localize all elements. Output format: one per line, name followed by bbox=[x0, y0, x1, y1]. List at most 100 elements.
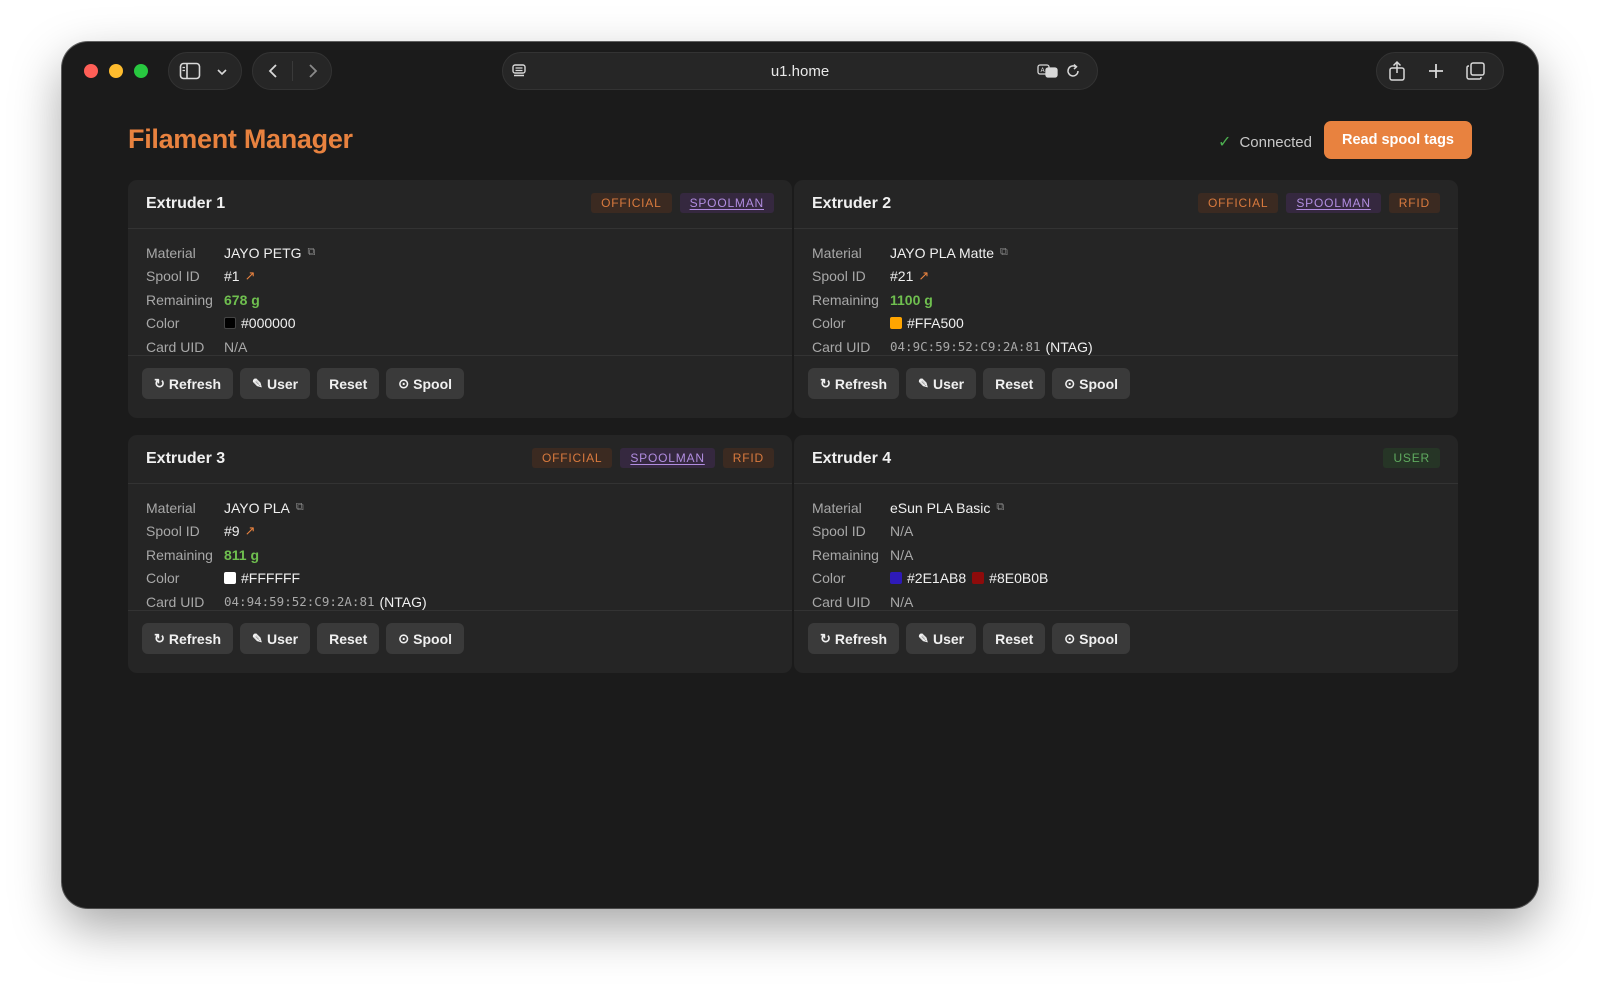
material-value: JAYO PLA Matte ⧉ bbox=[890, 245, 1008, 261]
tab-overview-icon[interactable] bbox=[1465, 61, 1487, 81]
extruder-title: Extruder 3 bbox=[146, 450, 226, 467]
reset-button[interactable]: Reset bbox=[983, 368, 1046, 399]
external-link-icon[interactable]: ↗ bbox=[918, 268, 929, 284]
card-uid-row: Card UID 04:9C:59:52:C9:2A:81 (NTAG) bbox=[812, 335, 1440, 359]
card-uid-row: Card UID 04:94:59:52:C9:2A:81 (NTAG) bbox=[146, 590, 774, 614]
card-header: Extruder 4 USER bbox=[794, 435, 1458, 484]
card-uid-value: 04:9C:59:52:C9:2A:81 (NTAG) bbox=[890, 339, 1093, 355]
remaining-row: Remaining 678 g bbox=[146, 288, 774, 312]
material-row: Material JAYO PLA Matte ⧉ bbox=[812, 241, 1440, 265]
read-spool-tags-button[interactable]: Read spool tags bbox=[1324, 121, 1472, 159]
reset-button[interactable]: Reset bbox=[317, 368, 380, 399]
material-value: eSun PLA Basic ⧉ bbox=[890, 500, 1004, 516]
user-label: User bbox=[932, 630, 965, 647]
color-row: Color #FFFFFF bbox=[146, 567, 774, 591]
spool-button[interactable]: ⊙ Spool bbox=[1052, 623, 1131, 654]
remaining-text: 678 g bbox=[224, 291, 260, 308]
extruder-title: Extruder 1 bbox=[146, 195, 226, 212]
color-label: Color bbox=[812, 570, 846, 587]
card-uid-row: Card UID N/A bbox=[146, 335, 774, 359]
spool-id-text[interactable]: #9 bbox=[224, 523, 240, 539]
close-window-button[interactable] bbox=[84, 64, 98, 78]
copy-icon[interactable]: ⧉ bbox=[996, 501, 1004, 514]
minimize-window-button[interactable] bbox=[109, 64, 123, 78]
color-label: Color bbox=[146, 570, 180, 587]
sidebar-icon[interactable] bbox=[179, 61, 201, 81]
spool-id-value: #21 ↗ bbox=[890, 268, 929, 284]
material-row: Material JAYO PETG ⧉ bbox=[146, 241, 774, 265]
zoom-window-button[interactable] bbox=[134, 64, 148, 78]
color-hex: #8E0B0B bbox=[989, 570, 1049, 587]
new-tab-icon[interactable] bbox=[1427, 62, 1445, 80]
card-actions: ↻ Refresh ✎ User Reset ⊙ Spool bbox=[128, 356, 792, 411]
copy-icon[interactable]: ⧉ bbox=[308, 246, 316, 259]
spool-button[interactable]: ⊙ Spool bbox=[386, 368, 465, 399]
user-label: User bbox=[266, 375, 299, 392]
refresh-button[interactable]: ↻ Refresh bbox=[142, 368, 234, 399]
spool-button[interactable]: ⊙ Spool bbox=[1052, 368, 1131, 399]
refresh-button[interactable]: ↻ Refresh bbox=[808, 368, 900, 399]
tag-list: USER bbox=[1383, 448, 1440, 468]
copy-icon[interactable]: ⧉ bbox=[1000, 246, 1008, 259]
card-type: (NTAG) bbox=[379, 593, 427, 610]
remaining-value: N/A bbox=[890, 547, 913, 563]
tag-list: OFFICIAL SPOOLMAN bbox=[591, 193, 774, 213]
remaining-label: Remaining bbox=[812, 291, 879, 308]
back-icon[interactable] bbox=[265, 62, 283, 80]
spool-icon: ⊙ bbox=[398, 375, 410, 391]
url-text[interactable]: u1.home bbox=[503, 63, 1097, 80]
external-link-icon[interactable]: ↗ bbox=[245, 523, 256, 539]
refresh-button[interactable]: ↻ Refresh bbox=[808, 623, 900, 654]
card-uid-label: Card UID bbox=[812, 593, 871, 610]
remaining-label: Remaining bbox=[146, 291, 213, 308]
material-row: Material JAYO PLA ⧉ bbox=[146, 496, 774, 520]
spool-id-label: Spool ID bbox=[146, 268, 200, 285]
spool-id-value: #1 ↗ bbox=[224, 268, 255, 284]
connection-status: ✓ Connected bbox=[1218, 132, 1312, 152]
color-swatch bbox=[972, 572, 985, 585]
user-button[interactable]: ✎ User bbox=[240, 623, 311, 654]
chevron-down-icon[interactable] bbox=[215, 65, 229, 79]
tag-spoolman[interactable]: SPOOLMAN bbox=[1286, 193, 1381, 213]
detail-rows: Material eSun PLA Basic ⧉ Spool ID N/A Remain… bbox=[794, 484, 1458, 611]
color-hex: #000000 bbox=[241, 315, 296, 332]
color-label: Color bbox=[146, 315, 180, 332]
reset-button[interactable]: Reset bbox=[317, 623, 380, 654]
user-button[interactable]: ✎ User bbox=[240, 368, 311, 399]
address-bar[interactable]: u1.home A bbox=[502, 52, 1098, 90]
tag-spoolman[interactable]: SPOOLMAN bbox=[620, 448, 715, 468]
card-uid-text: 04:9C:59:52:C9:2A:81 bbox=[890, 339, 1041, 355]
spool-label: Spool bbox=[1079, 375, 1119, 392]
card-uid-value: N/A bbox=[224, 339, 247, 355]
copy-icon[interactable]: ⧉ bbox=[296, 501, 304, 514]
spool-id-value: N/A bbox=[890, 523, 913, 539]
user-label: User bbox=[266, 630, 299, 647]
spool-button[interactable]: ⊙ Spool bbox=[386, 623, 465, 654]
material-label: Material bbox=[812, 244, 862, 261]
remaining-value: 678 g bbox=[224, 292, 260, 308]
color-row: Color #2E1AB8 #8E0B0B bbox=[812, 567, 1440, 591]
external-link-icon[interactable]: ↗ bbox=[245, 268, 256, 284]
spool-id-row: Spool ID N/A bbox=[812, 520, 1440, 544]
user-button[interactable]: ✎ User bbox=[906, 368, 977, 399]
detail-rows: Material JAYO PLA ⧉ Spool ID #9 ↗ Remaining 811… bbox=[128, 484, 792, 611]
tag-spoolman[interactable]: SPOOLMAN bbox=[679, 193, 774, 213]
material-text: JAYO PLA Matte bbox=[890, 244, 995, 261]
reload-icon[interactable] bbox=[1065, 63, 1081, 79]
reset-button[interactable]: Reset bbox=[983, 623, 1046, 654]
spool-id-text[interactable]: #21 bbox=[890, 268, 913, 284]
card-actions: ↻ Refresh ✎ User Reset ⊙ Spool bbox=[128, 611, 792, 666]
extruder-card: Extruder 2 OFFICIAL SPOOLMAN RFID Material JA… bbox=[794, 180, 1458, 418]
page-title: Filament Manager bbox=[128, 124, 353, 154]
detail-rows: Material JAYO PLA Matte ⧉ Spool ID #21 ↗ Remai… bbox=[794, 229, 1458, 356]
user-icon: ✎ bbox=[252, 375, 263, 391]
spool-id-row: Spool ID #1 ↗ bbox=[146, 265, 774, 289]
translate-icon[interactable]: A bbox=[1037, 63, 1059, 79]
share-icon[interactable] bbox=[1387, 60, 1407, 82]
refresh-button[interactable]: ↻ Refresh bbox=[142, 623, 234, 654]
forward-icon[interactable] bbox=[303, 62, 321, 80]
user-button[interactable]: ✎ User bbox=[906, 623, 977, 654]
remaining-row: Remaining N/A bbox=[812, 543, 1440, 567]
spool-icon: ⊙ bbox=[398, 630, 410, 646]
spool-id-text[interactable]: #1 bbox=[224, 268, 240, 284]
